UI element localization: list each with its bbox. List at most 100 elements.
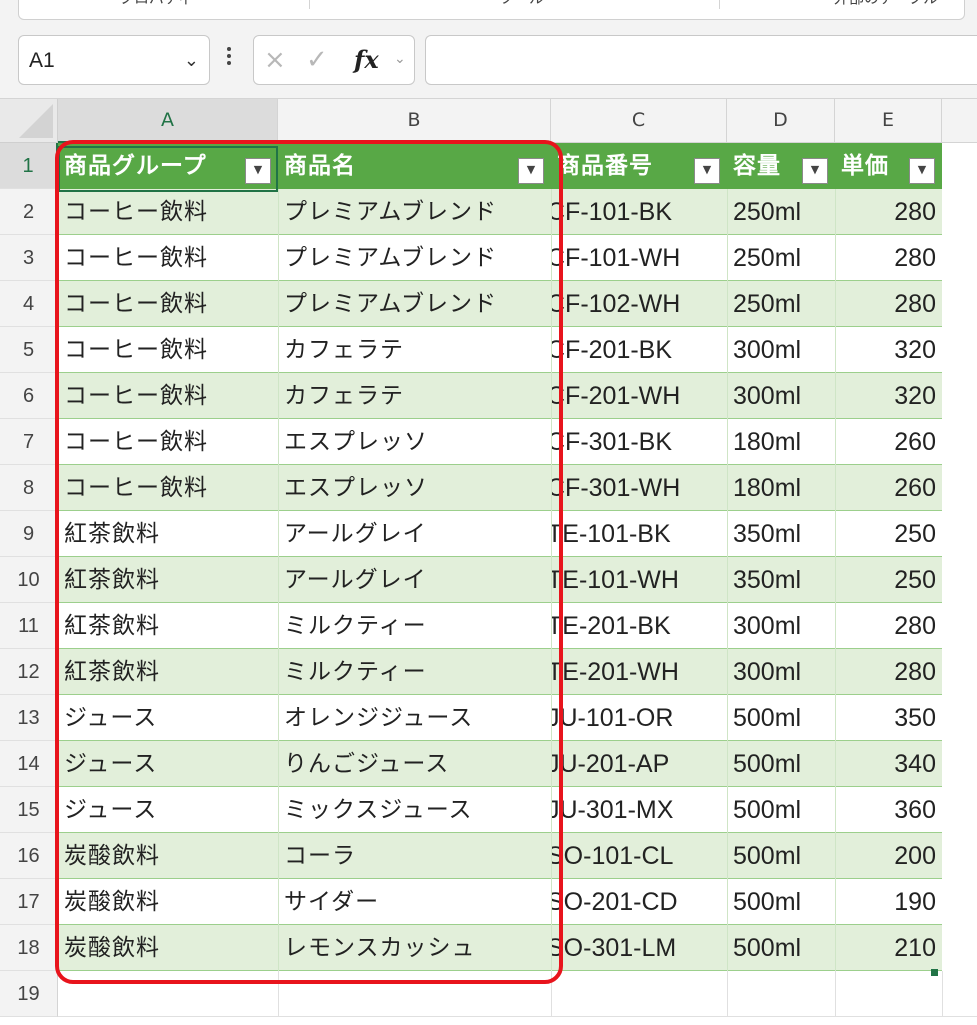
cell-product-group[interactable]: コーヒー飲料 <box>58 235 278 281</box>
cell-product-group[interactable]: コーヒー飲料 <box>58 465 278 511</box>
cell-product-code[interactable]: CF-201-BK <box>551 327 727 373</box>
cell-capacity[interactable]: 500ml <box>727 879 835 925</box>
row-header[interactable]: 13 <box>0 695 58 741</box>
cell-product-group[interactable]: ジュース <box>58 695 278 741</box>
row-header[interactable]: 10 <box>0 557 58 603</box>
cell-unit-price[interactable]: 200 <box>835 833 942 879</box>
cell-product-name[interactable]: サイダー <box>278 879 551 925</box>
cell-product-code[interactable]: SO-201-CD <box>551 879 727 925</box>
select-all-button[interactable] <box>0 99 58 143</box>
cell-product-name[interactable]: プレミアムブレンド <box>278 281 551 327</box>
row-header[interactable]: 15 <box>0 787 58 833</box>
vertical-ellipsis-icon[interactable] <box>225 44 233 74</box>
cell-product-name[interactable]: エスプレッソ <box>278 465 551 511</box>
row-header[interactable]: 11 <box>0 603 58 649</box>
column-header-a[interactable]: A <box>58 99 278 143</box>
filter-dropdown-icon[interactable]: ▼ <box>802 158 828 184</box>
cell-product-group[interactable]: 炭酸飲料 <box>58 925 278 971</box>
name-box[interactable]: A1 ⌄ <box>18 35 210 85</box>
cell-capacity[interactable]: 300ml <box>727 327 835 373</box>
empty-row[interactable] <box>58 971 977 1017</box>
row-header[interactable]: 16 <box>0 833 58 879</box>
row-header[interactable]: 6 <box>0 373 58 419</box>
cell-unit-price[interactable]: 250 <box>835 557 942 603</box>
cell-product-name[interactable]: アールグレイ <box>278 557 551 603</box>
cell-product-name[interactable]: ミックスジュース <box>278 787 551 833</box>
cell-unit-price[interactable]: 190 <box>835 879 942 925</box>
cell-product-name[interactable]: レモンスカッシュ <box>278 925 551 971</box>
cell-product-code[interactable]: TE-101-WH <box>551 557 727 603</box>
cell-product-code[interactable]: SO-101-CL <box>551 833 727 879</box>
cell-product-name[interactable]: ミルクティー <box>278 603 551 649</box>
cell-unit-price[interactable]: 260 <box>835 465 942 511</box>
cell-product-code[interactable]: JU-301-MX <box>551 787 727 833</box>
column-header-c[interactable]: C <box>551 99 727 143</box>
cell-capacity[interactable]: 500ml <box>727 833 835 879</box>
cell-product-group[interactable]: コーヒー飲料 <box>58 373 278 419</box>
cell-product-code[interactable]: JU-101-OR <box>551 695 727 741</box>
cell-capacity[interactable]: 350ml <box>727 511 835 557</box>
formula-input[interactable] <box>425 35 977 85</box>
insert-function-icon[interactable]: fx <box>354 45 379 74</box>
cell-product-code[interactable]: CF-102-WH <box>551 281 727 327</box>
cell-capacity[interactable]: 250ml <box>727 189 835 235</box>
cell-product-code[interactable]: CF-301-BK <box>551 419 727 465</box>
cell-unit-price[interactable]: 250 <box>835 511 942 557</box>
row-header[interactable]: 19 <box>0 971 58 1017</box>
cell-product-name[interactable]: コーラ <box>278 833 551 879</box>
cell-capacity[interactable]: 300ml <box>727 649 835 695</box>
cell-unit-price[interactable]: 210 <box>835 925 942 971</box>
cell-product-group[interactable]: 紅茶飲料 <box>58 649 278 695</box>
cell-capacity[interactable]: 180ml <box>727 419 835 465</box>
cell-product-group[interactable]: コーヒー飲料 <box>58 281 278 327</box>
column-header-d[interactable]: D <box>727 99 835 143</box>
cell-unit-price[interactable]: 320 <box>835 327 942 373</box>
cell-product-name[interactable]: カフェラテ <box>278 327 551 373</box>
cell-product-group[interactable]: 紅茶飲料 <box>58 511 278 557</box>
cell-product-name[interactable]: エスプレッソ <box>278 419 551 465</box>
cell-unit-price[interactable]: 360 <box>835 787 942 833</box>
filter-dropdown-icon[interactable]: ▼ <box>909 158 935 184</box>
filter-dropdown-icon[interactable]: ▼ <box>245 158 271 184</box>
cancel-icon[interactable]: × <box>264 45 286 75</box>
product-table[interactable]: 商品グループ ▼ 商品名 ▼ 商品番号 ▼ 容量 ▼ 単価 ▼ コーヒー飲料 プレミアムブレンド CF-… <box>58 143 977 1025</box>
row-header[interactable]: 18 <box>0 925 58 971</box>
column-header-b[interactable]: B <box>278 99 551 143</box>
cell-capacity[interactable]: 180ml <box>727 465 835 511</box>
cell-capacity[interactable]: 500ml <box>727 787 835 833</box>
cell-unit-price[interactable]: 280 <box>835 235 942 281</box>
filter-dropdown-icon[interactable]: ▼ <box>518 158 544 184</box>
cell-product-code[interactable]: SO-301-LM <box>551 925 727 971</box>
cell-product-group[interactable]: 紅茶飲料 <box>58 557 278 603</box>
row-header[interactable]: 2 <box>0 189 58 235</box>
filter-dropdown-icon[interactable]: ▼ <box>694 158 720 184</box>
cell-capacity[interactable]: 350ml <box>727 557 835 603</box>
cell-product-group[interactable]: 紅茶飲料 <box>58 603 278 649</box>
check-icon[interactable]: ✓ <box>306 45 328 75</box>
cell-product-code[interactable]: CF-101-BK <box>551 189 727 235</box>
cell-product-name[interactable]: カフェラテ <box>278 373 551 419</box>
cell-product-group[interactable]: コーヒー飲料 <box>58 327 278 373</box>
cell-capacity[interactable]: 250ml <box>727 235 835 281</box>
cell-unit-price[interactable]: 280 <box>835 603 942 649</box>
worksheet-grid[interactable]: A B C D E 1 2 3 4 5 6 7 8 9 10 11 12 13 14 15 16 17 18 19 … <box>0 98 977 1025</box>
cell-product-name[interactable]: アールグレイ <box>278 511 551 557</box>
cell-capacity[interactable]: 500ml <box>727 695 835 741</box>
cell-capacity[interactable]: 300ml <box>727 603 835 649</box>
row-header[interactable]: 9 <box>0 511 58 557</box>
cell-product-group[interactable]: 炭酸飲料 <box>58 879 278 925</box>
cell-product-name[interactable]: プレミアムブレンド <box>278 189 551 235</box>
cell-product-code[interactable]: CF-201-WH <box>551 373 727 419</box>
cell-unit-price[interactable]: 280 <box>835 649 942 695</box>
chevron-down-icon[interactable]: ⌄ <box>184 50 199 71</box>
chevron-down-icon[interactable]: ⌄ <box>394 51 406 67</box>
cell-product-code[interactable]: TE-201-WH <box>551 649 727 695</box>
cell-product-code[interactable]: JU-201-AP <box>551 741 727 787</box>
ribbon-group-tools[interactable]: ツール <box>499 0 544 8</box>
ribbon-group-external-table[interactable]: 外部のテーブル <box>834 0 938 8</box>
cell-product-group[interactable]: コーヒー飲料 <box>58 189 278 235</box>
cell-capacity[interactable]: 500ml <box>727 925 835 971</box>
cell-unit-price[interactable]: 260 <box>835 419 942 465</box>
row-header[interactable]: 12 <box>0 649 58 695</box>
column-header-f[interactable] <box>942 99 977 143</box>
